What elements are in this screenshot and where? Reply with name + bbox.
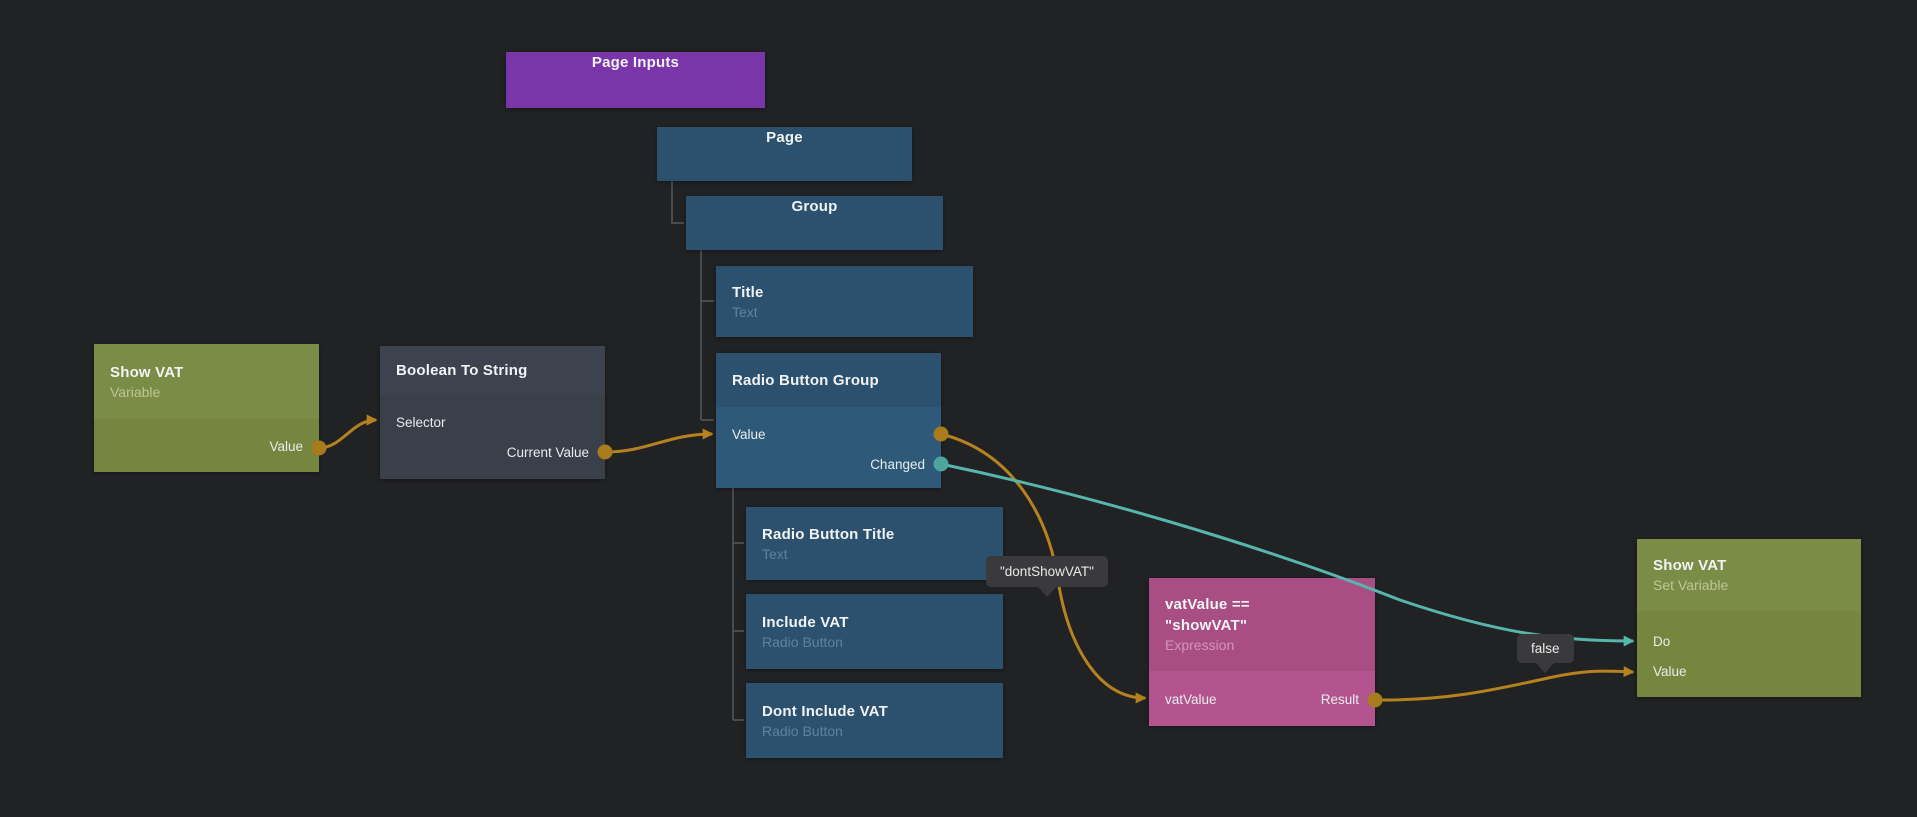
node-page[interactable]: Page: [657, 127, 912, 181]
connection-value-text: "dontShowVAT": [1000, 564, 1094, 579]
node-include-vat[interactable]: Include VAT Radio Button: [746, 594, 1003, 669]
port-expression-result-label: Result: [1321, 692, 1359, 707]
node-dont-include-vat-subtitle: Radio Button: [762, 722, 987, 741]
node-boolean-to-string-ports: Selector Current Value: [380, 395, 605, 479]
node-show-vat-set-variable[interactable]: Show VAT Set Variable Do Value: [1637, 539, 1861, 697]
tree-line-group-children: [701, 250, 714, 420]
port-set-value[interactable]: Value: [1637, 656, 1861, 686]
port-set-do[interactable]: Do: [1637, 626, 1861, 656]
node-page-inputs-title: Page Inputs: [592, 52, 679, 73]
node-radio-button-group-ports: Value Changed: [716, 407, 941, 488]
tree-line-page-group: [672, 181, 684, 223]
node-radio-button-title[interactable]: Radio Button Title Text: [746, 507, 1003, 580]
node-dont-include-vat-title: Dont Include VAT: [762, 701, 987, 722]
port-expression-row[interactable]: vatValue Result: [1149, 684, 1375, 714]
port-expression-vatvalue-label: vatValue: [1165, 692, 1217, 707]
node-show-vat-variable-subtitle: Variable: [110, 383, 303, 402]
node-include-vat-title: Include VAT: [762, 612, 987, 633]
port-rbg-changed[interactable]: Changed: [716, 449, 941, 479]
port-rbg-value-label: Value: [732, 427, 766, 442]
node-show-vat-set-ports: Do Value: [1637, 611, 1861, 697]
node-show-vat-variable-title: Show VAT: [110, 362, 303, 383]
tree-line-rbg-children: [733, 488, 744, 720]
connection-value-text: false: [1531, 641, 1560, 656]
port-bts-current-value-label: Current Value: [507, 445, 589, 460]
node-page-title: Page: [766, 127, 803, 148]
node-title-title: Title: [732, 282, 957, 303]
node-expression-ports: vatValue Result: [1149, 671, 1375, 726]
port-rbg-changed-label: Changed: [870, 457, 925, 472]
node-radio-button-group[interactable]: Radio Button Group Value Changed: [716, 353, 941, 488]
wire-current-value-to-rbg-value[interactable]: [605, 434, 712, 452]
node-include-vat-subtitle: Radio Button: [762, 633, 987, 652]
port-variable-value[interactable]: Value: [94, 431, 319, 461]
port-set-do-label: Do: [1653, 634, 1670, 649]
connection-value-label-dontshowvat: "dontShowVAT": [986, 556, 1108, 587]
node-boolean-to-string-title: Boolean To String: [396, 360, 527, 381]
port-rbg-value[interactable]: Value: [716, 419, 941, 449]
node-group-title: Group: [792, 196, 838, 217]
port-bts-selector-label: Selector: [396, 415, 446, 430]
node-expression[interactable]: vatValue == "showVAT" Expression vatValu…: [1149, 578, 1375, 726]
node-group[interactable]: Group: [686, 196, 943, 250]
port-bts-current-value[interactable]: Current Value: [380, 437, 605, 467]
node-dont-include-vat[interactable]: Dont Include VAT Radio Button: [746, 683, 1003, 758]
connection-value-label-false: false: [1517, 634, 1574, 663]
node-show-vat-set-title: Show VAT: [1653, 555, 1845, 576]
node-show-vat-set-subtitle: Set Variable: [1653, 576, 1845, 595]
node-radio-button-group-title: Radio Button Group: [732, 370, 879, 391]
node-page-inputs[interactable]: Page Inputs: [506, 52, 765, 108]
node-radio-button-title-title: Radio Button Title: [762, 524, 987, 545]
node-boolean-to-string[interactable]: Boolean To String Selector Current Value: [380, 346, 605, 479]
node-radio-button-title-subtitle: Text: [762, 545, 987, 564]
node-show-vat-variable-ports: Value: [94, 419, 319, 472]
node-expression-subtitle: Expression: [1165, 636, 1359, 655]
node-show-vat-variable[interactable]: Show VAT Variable Value: [94, 344, 319, 472]
port-variable-value-label: Value: [269, 439, 303, 454]
wire-expression-result-to-set-value[interactable]: [1375, 671, 1633, 700]
node-expression-title: vatValue == "showVAT": [1165, 594, 1359, 636]
node-title-subtitle: Text: [732, 303, 957, 322]
node-editor-canvas[interactable]: Page Inputs Page Group Title Text Radio …: [0, 0, 1917, 817]
wire-variable-value-to-selector[interactable]: [319, 420, 376, 448]
port-set-value-label: Value: [1653, 664, 1687, 679]
node-title[interactable]: Title Text: [716, 266, 973, 337]
port-bts-selector[interactable]: Selector: [380, 407, 605, 437]
